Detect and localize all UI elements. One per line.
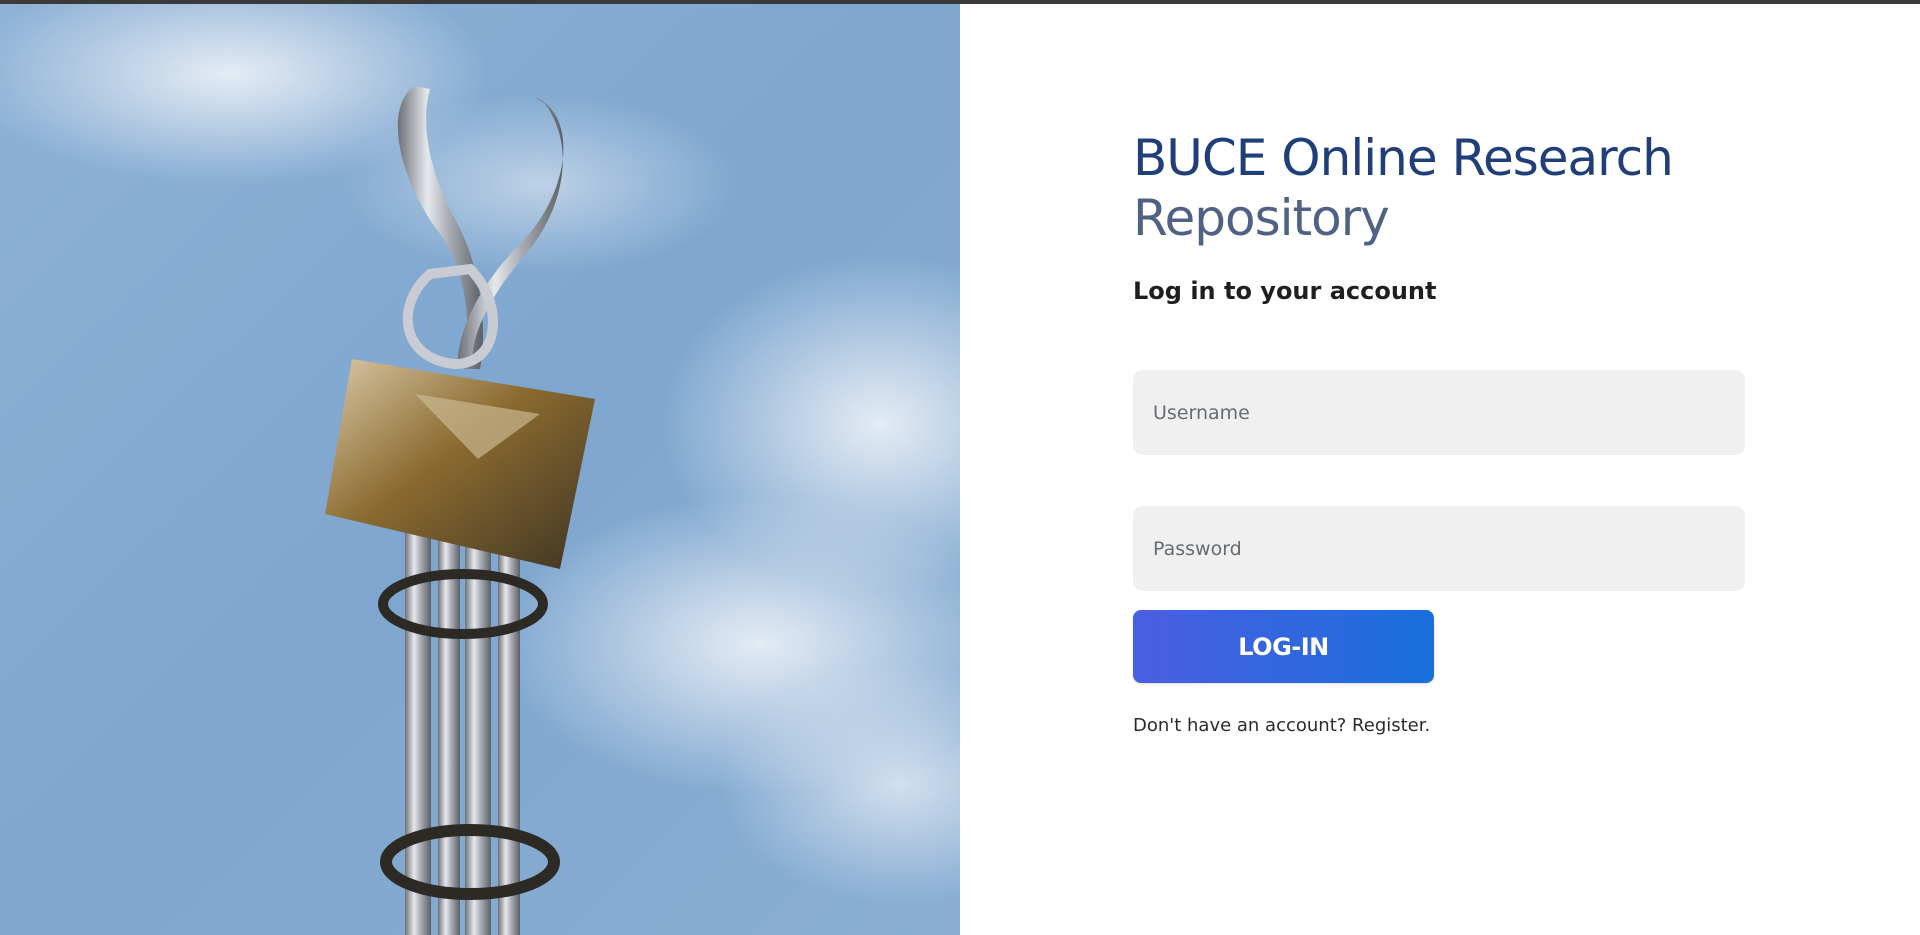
register-prompt: Don't have an account? Register.: [1133, 715, 1430, 736]
title-line-2: Repository: [1133, 189, 1390, 247]
login-button[interactable]: LOG-IN: [1133, 610, 1434, 683]
login-subtitle: Log in to your account: [1133, 277, 1437, 305]
username-input[interactable]: [1133, 370, 1745, 455]
hero-image: [0, 4, 960, 935]
title-line-1: BUCE Online Research: [1133, 129, 1674, 187]
login-panel: BUCE Online Research Repository Log in t…: [960, 4, 1920, 935]
register-link[interactable]: Register.: [1352, 715, 1430, 736]
page-title: BUCE Online Research Repository: [1133, 128, 1773, 248]
password-input[interactable]: [1133, 506, 1745, 591]
register-prompt-text: Don't have an account?: [1133, 715, 1353, 736]
